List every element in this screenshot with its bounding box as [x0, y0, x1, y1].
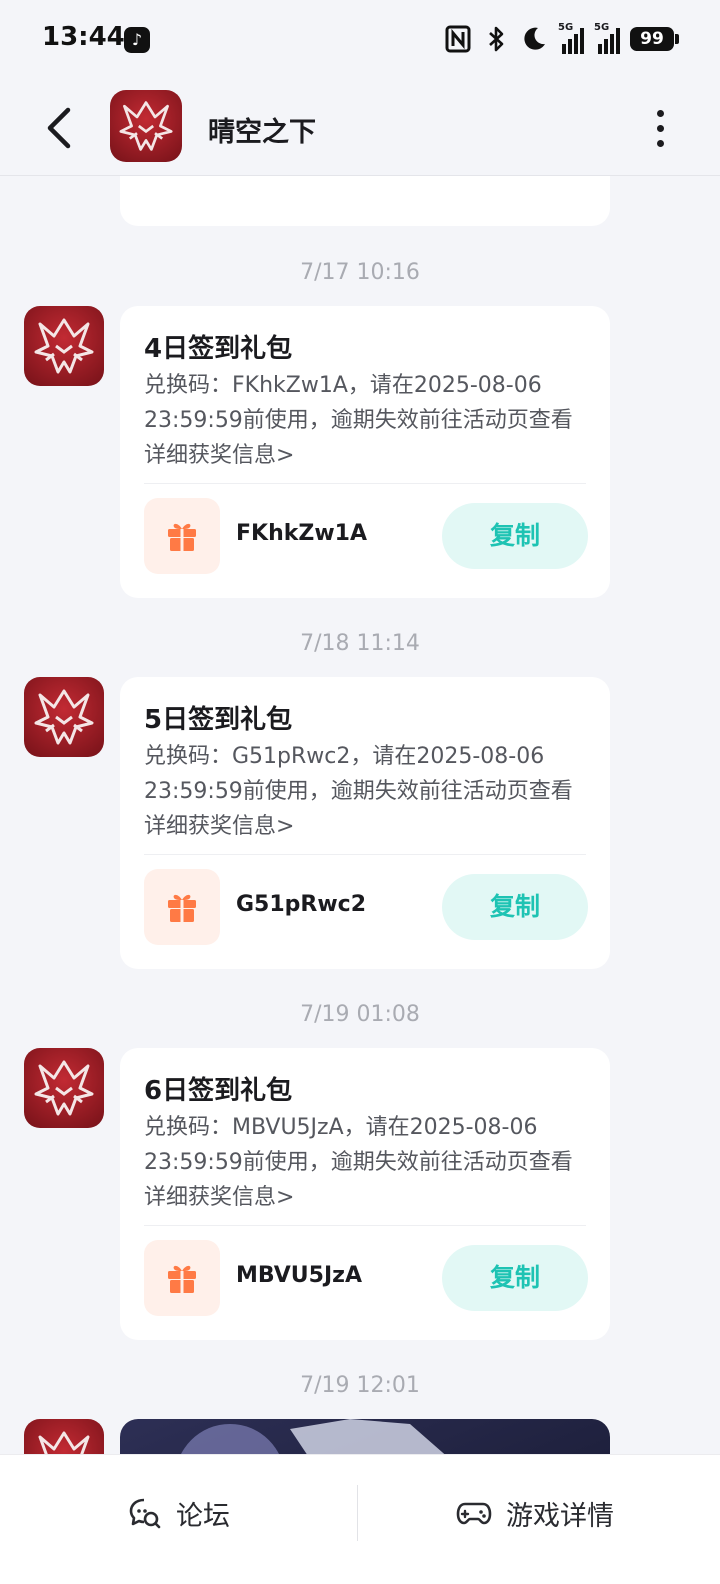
message-timestamp: 7/19 12:01	[300, 1373, 420, 1398]
gift-description[interactable]: 兑换码：FKhkZw1A，请在2025-08-06 23:59:59前使用，逾期…	[144, 368, 589, 473]
gift-title: 5日签到礼包	[144, 705, 293, 735]
message-timestamp: 7/19 01:08	[300, 1002, 420, 1027]
sender-avatar[interactable]	[24, 1048, 104, 1128]
message-card-partial: 复制	[120, 176, 610, 226]
copy-button[interactable]: 复制	[442, 503, 588, 569]
message-timestamp: 7/17 10:16	[300, 260, 420, 285]
gift-icon	[164, 889, 200, 925]
gift-message-card[interactable]: 5日签到礼包 兑换码：G51pRwc2，请在2025-08-06 23:59:5…	[120, 677, 610, 969]
image-message-card[interactable]	[120, 1419, 610, 1454]
status-icons: 5G 5G 99	[444, 22, 679, 54]
bottom-nav: 论坛 游戏详情	[0, 1454, 720, 1584]
redeem-code: FKhkZw1A	[236, 521, 367, 546]
status-bar: 13:44 ♪ 5G 5G 99	[0, 0, 720, 80]
chat-header: 晴空之下	[0, 80, 720, 176]
gamepad-icon	[456, 1502, 492, 1525]
redeem-code: MBVU5JzA	[236, 1263, 362, 1288]
divider	[144, 483, 586, 484]
forum-tab[interactable]: 论坛	[128, 1455, 230, 1571]
gift-icon	[164, 518, 200, 554]
gift-description[interactable]: 兑换码：MBVU5JzA，请在2025-08-06 23:59:59前使用，逾期…	[144, 1110, 589, 1215]
message-list[interactable]: 复制 7/17 10:16 4日签到礼包 兑换码：FKhkZw1A，请在2025…	[0, 176, 720, 1454]
sender-avatar[interactable]	[24, 306, 104, 386]
gift-description[interactable]: 兑换码：G51pRwc2，请在2025-08-06 23:59:59前使用，逾期…	[144, 739, 589, 844]
divider	[144, 854, 586, 855]
sender-avatar[interactable]	[24, 677, 104, 757]
copy-button[interactable]: 复制	[442, 874, 588, 940]
gift-icon-box	[144, 869, 220, 945]
page-title: 晴空之下	[208, 117, 316, 148]
sender-avatar[interactable]	[24, 1419, 104, 1454]
gift-icon	[164, 1260, 200, 1296]
game-logo-icon	[24, 306, 104, 386]
gift-title: 6日签到礼包	[144, 1076, 293, 1106]
game-logo-icon	[24, 1048, 104, 1128]
redeem-code: G51pRwc2	[236, 892, 367, 917]
more-options-icon[interactable]	[640, 106, 680, 150]
copy-button[interactable]: 复制	[442, 1245, 588, 1311]
game-details-label: 游戏详情	[506, 1500, 614, 1532]
message-timestamp: 7/18 11:14	[300, 631, 420, 656]
nav-separator	[357, 1485, 358, 1541]
game-logo-icon	[24, 677, 104, 757]
gift-icon-box	[144, 498, 220, 574]
gift-icon-box	[144, 1240, 220, 1316]
bluetooth-icon	[489, 26, 504, 52]
nfc-icon	[445, 25, 471, 53]
gift-message-card[interactable]: 6日签到礼包 兑换码：MBVU5JzA，请在2025-08-06 23:59:5…	[120, 1048, 610, 1340]
do-not-disturb-moon-icon	[524, 27, 545, 50]
game-logo-icon	[110, 90, 182, 162]
back-arrow-icon[interactable]	[40, 104, 80, 152]
gift-title: 4日签到礼包	[144, 334, 293, 364]
game-logo-icon	[24, 1419, 104, 1454]
forum-label: 论坛	[176, 1500, 230, 1532]
status-time: 13:44	[42, 22, 125, 52]
gift-message-card[interactable]: 4日签到礼包 兑换码：FKhkZw1A，请在2025-08-06 23:59:5…	[120, 306, 610, 598]
forum-chat-icon	[129, 1498, 161, 1529]
banner-image[interactable]	[120, 1419, 610, 1454]
tiktok-notification-icon: ♪	[124, 27, 150, 53]
signal-5g-1-icon: 5G	[558, 22, 584, 54]
battery-icon: 99	[630, 27, 679, 51]
game-avatar[interactable]	[110, 90, 182, 162]
signal-5g-2-icon: 5G	[594, 22, 620, 54]
game-details-tab[interactable]: 游戏详情	[456, 1455, 614, 1571]
divider	[144, 1225, 586, 1226]
